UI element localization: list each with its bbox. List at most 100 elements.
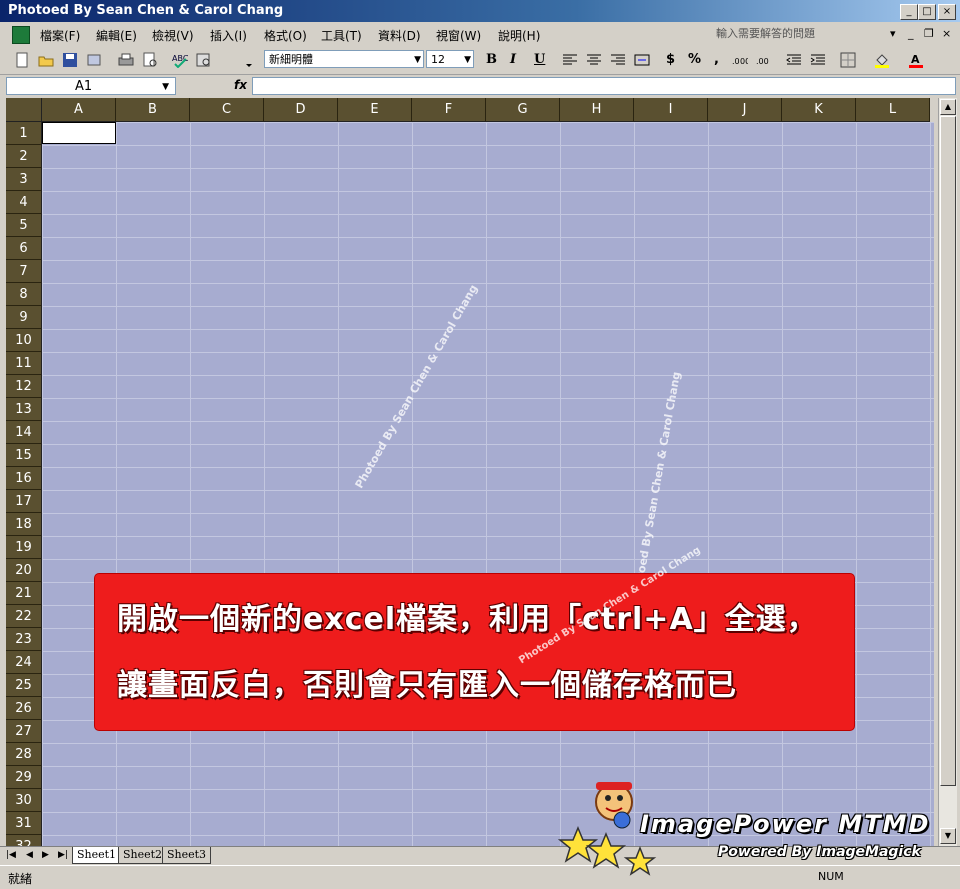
- row-header-17[interactable]: 17: [6, 490, 42, 513]
- bold-button[interactable]: B: [486, 52, 497, 67]
- chevron-down-icon[interactable]: ▼: [162, 78, 169, 96]
- percent-button[interactable]: %: [688, 52, 701, 67]
- row-header-30[interactable]: 30: [6, 789, 42, 812]
- fill-color-icon[interactable]: [874, 52, 890, 68]
- column-header-e[interactable]: E: [338, 98, 412, 122]
- tab-sheet2[interactable]: Sheet2: [118, 847, 168, 864]
- help-dropdown-icon[interactable]: ▾: [890, 27, 896, 40]
- menu-insert[interactable]: 插入(I): [210, 27, 247, 44]
- doc-restore-button[interactable]: ❐: [924, 27, 934, 40]
- column-header-f[interactable]: F: [412, 98, 486, 122]
- row-header-3[interactable]: 3: [6, 168, 42, 191]
- row-header-26[interactable]: 26: [6, 697, 42, 720]
- row-header-6[interactable]: 6: [6, 237, 42, 260]
- tab-sheet1[interactable]: Sheet1: [72, 847, 122, 864]
- open-icon[interactable]: [38, 52, 54, 68]
- doc-close-button[interactable]: ×: [942, 27, 951, 40]
- close-button[interactable]: ×: [938, 4, 956, 20]
- save-icon[interactable]: [62, 52, 78, 68]
- print-icon[interactable]: [118, 52, 134, 68]
- new-icon[interactable]: [14, 52, 30, 68]
- column-header-i[interactable]: I: [634, 98, 708, 122]
- column-header-l[interactable]: L: [856, 98, 930, 122]
- menu-help[interactable]: 說明(H): [498, 27, 540, 44]
- borders-icon[interactable]: [840, 52, 856, 68]
- align-right-icon[interactable]: [610, 52, 626, 68]
- row-header-9[interactable]: 9: [6, 306, 42, 329]
- row-header-32[interactable]: 32: [6, 835, 42, 846]
- doc-minimize-button[interactable]: _: [908, 27, 914, 40]
- excel-app-icon[interactable]: [12, 26, 30, 44]
- row-header-31[interactable]: 31: [6, 812, 42, 835]
- row-header-4[interactable]: 4: [6, 191, 42, 214]
- menu-data[interactable]: 資料(D): [378, 27, 421, 44]
- row-header-23[interactable]: 23: [6, 628, 42, 651]
- minimize-button[interactable]: _: [900, 4, 918, 20]
- tab-sheet3[interactable]: Sheet3: [162, 847, 212, 864]
- menu-view[interactable]: 檢視(V): [152, 27, 194, 44]
- row-header-11[interactable]: 11: [6, 352, 42, 375]
- align-center-icon[interactable]: [586, 52, 602, 68]
- column-header-b[interactable]: B: [116, 98, 190, 122]
- active-cell[interactable]: [42, 122, 116, 144]
- next-sheet-icon[interactable]: ▶: [42, 850, 49, 860]
- vertical-scrollbar[interactable]: ▲ ▼: [938, 98, 957, 846]
- last-sheet-icon[interactable]: ▶|: [58, 850, 68, 860]
- decrease-decimal-icon[interactable]: .00: [756, 52, 772, 68]
- row-header-15[interactable]: 15: [6, 444, 42, 467]
- menu-tools[interactable]: 工具(T): [321, 27, 362, 44]
- row-header-22[interactable]: 22: [6, 605, 42, 628]
- column-header-d[interactable]: D: [264, 98, 338, 122]
- name-box[interactable]: A1 ▼: [6, 77, 176, 95]
- column-header-j[interactable]: J: [708, 98, 782, 122]
- row-header-19[interactable]: 19: [6, 536, 42, 559]
- insert-function-button[interactable]: fx: [234, 78, 247, 92]
- increase-decimal-icon[interactable]: .0 00: [732, 52, 750, 68]
- row-header-27[interactable]: 27: [6, 720, 42, 743]
- currency-button[interactable]: $: [666, 52, 675, 67]
- row-header-8[interactable]: 8: [6, 283, 42, 306]
- font-name-select[interactable]: 新細明體 ▼: [264, 50, 424, 68]
- help-question-input[interactable]: 輸入需要解答的問題: [716, 25, 884, 41]
- spelling-icon[interactable]: ABC: [172, 52, 189, 69]
- comma-button[interactable]: ,: [714, 52, 719, 67]
- column-header-k[interactable]: K: [782, 98, 856, 122]
- row-header-13[interactable]: 13: [6, 398, 42, 421]
- print-preview-icon[interactable]: [142, 52, 158, 68]
- row-header-14[interactable]: 14: [6, 421, 42, 444]
- underline-button[interactable]: U: [534, 52, 545, 67]
- decrease-indent-icon[interactable]: [786, 52, 802, 68]
- scroll-up-icon[interactable]: ▲: [940, 99, 956, 115]
- row-header-20[interactable]: 20: [6, 559, 42, 582]
- row-header-28[interactable]: 28: [6, 743, 42, 766]
- row-header-1[interactable]: 1: [6, 122, 42, 145]
- row-header-5[interactable]: 5: [6, 214, 42, 237]
- row-header-16[interactable]: 16: [6, 467, 42, 490]
- column-header-h[interactable]: H: [560, 98, 634, 122]
- menu-format[interactable]: 格式(O): [264, 27, 307, 44]
- row-header-21[interactable]: 21: [6, 582, 42, 605]
- row-header-25[interactable]: 25: [6, 674, 42, 697]
- font-size-select[interactable]: 12 ▼: [426, 50, 474, 68]
- maximize-button[interactable]: □: [918, 4, 936, 20]
- menu-edit[interactable]: 編輯(E): [96, 27, 137, 44]
- row-header-7[interactable]: 7: [6, 260, 42, 283]
- merge-center-icon[interactable]: [634, 52, 650, 68]
- italic-button[interactable]: I: [510, 52, 516, 67]
- increase-indent-icon[interactable]: [810, 52, 826, 68]
- row-header-10[interactable]: 10: [6, 329, 42, 352]
- row-header-18[interactable]: 18: [6, 513, 42, 536]
- prev-sheet-icon[interactable]: ◀: [26, 850, 33, 860]
- menu-file[interactable]: 檔案(F): [40, 27, 80, 44]
- toolbar-options-icon[interactable]: [244, 52, 254, 68]
- row-header-2[interactable]: 2: [6, 145, 42, 168]
- menu-window[interactable]: 視窗(W): [436, 27, 481, 44]
- permission-icon[interactable]: [86, 52, 102, 68]
- row-header-24[interactable]: 24: [6, 651, 42, 674]
- font-color-icon[interactable]: A: [908, 52, 924, 68]
- scroll-thumb[interactable]: [940, 116, 956, 786]
- column-header-a[interactable]: A: [42, 98, 116, 122]
- row-header-12[interactable]: 12: [6, 375, 42, 398]
- select-all-corner[interactable]: [6, 98, 42, 122]
- scroll-down-icon[interactable]: ▼: [940, 828, 956, 844]
